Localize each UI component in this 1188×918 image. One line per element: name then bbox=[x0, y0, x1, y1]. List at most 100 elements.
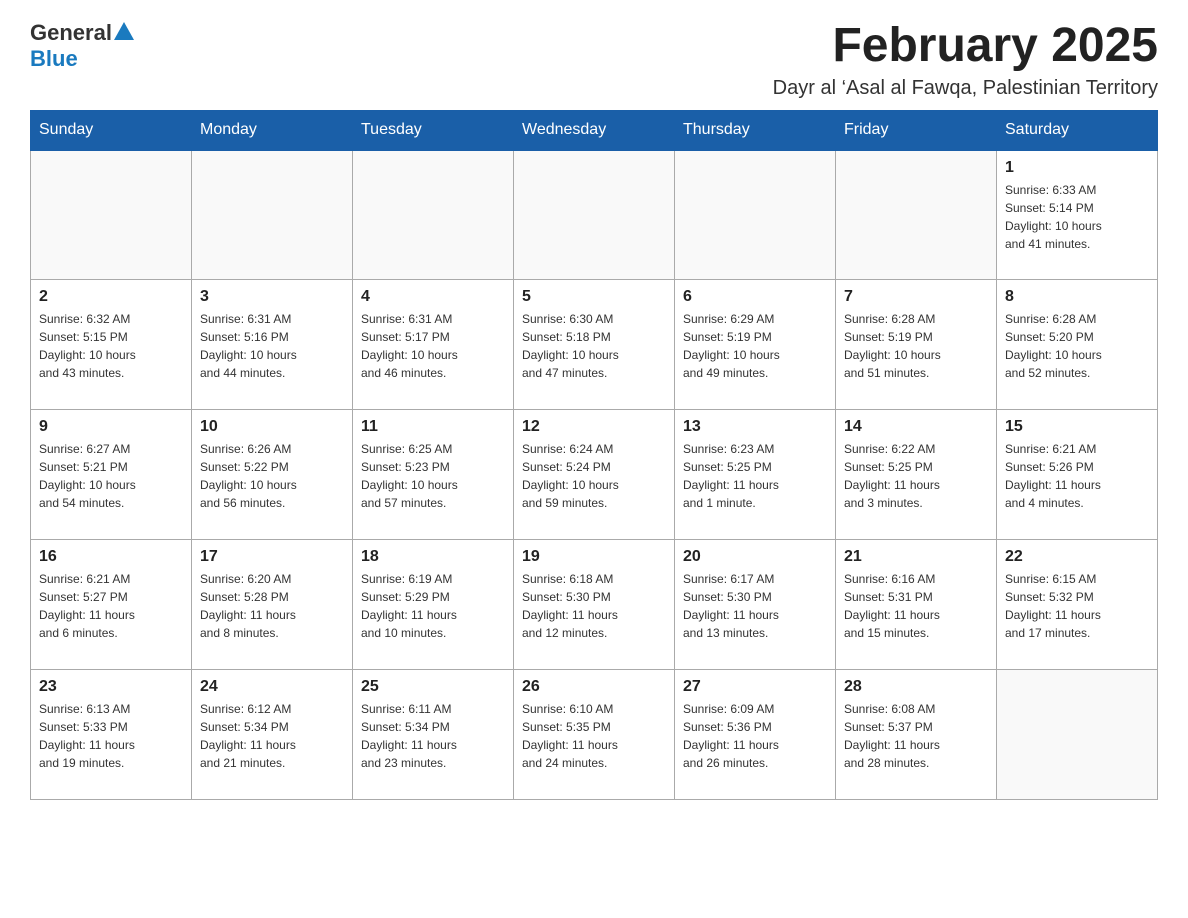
logo-blue-text: Blue bbox=[30, 46, 78, 71]
day-info: Sunrise: 6:28 AM Sunset: 5:19 PM Dayligh… bbox=[844, 310, 988, 382]
day-header-wednesday: Wednesday bbox=[514, 110, 675, 150]
calendar-cell: 22 Sunrise: 6:15 AM Sunset: 5:32 PM Dayli… bbox=[997, 540, 1158, 670]
day-info: Sunrise: 6:31 AM Sunset: 5:17 PM Dayligh… bbox=[361, 310, 505, 382]
calendar-cell bbox=[514, 150, 675, 280]
day-number: 21 bbox=[844, 548, 988, 566]
calendar-cell: 20Sunrise: 6:17 AM Sunset: 5:30 PM Dayli… bbox=[675, 540, 836, 670]
logo-general-text: General bbox=[30, 20, 112, 46]
calendar-cell: 15 Sunrise: 6:21 AM Sunset: 5:26 PM Dayli… bbox=[997, 410, 1158, 540]
day-header-tuesday: Tuesday bbox=[353, 110, 514, 150]
calendar-week-row: 2Sunrise: 6:32 AM Sunset: 5:15 PM Daylig… bbox=[31, 280, 1158, 410]
calendar-cell: 3Sunrise: 6:31 AM Sunset: 5:16 PM Daylig… bbox=[192, 280, 353, 410]
calendar-cell: 9 Sunrise: 6:27 AM Sunset: 5:21 PM Daylig… bbox=[31, 410, 192, 540]
day-info: Sunrise: 6:15 AM Sunset: 5:32 PM Dayligh… bbox=[1005, 570, 1149, 642]
day-number: 28 bbox=[844, 678, 988, 696]
day-info: Sunrise: 6:09 AM Sunset: 5:36 PM Dayligh… bbox=[683, 700, 827, 772]
calendar-cell: 14 Sunrise: 6:22 AM Sunset: 5:25 PM Dayli… bbox=[836, 410, 997, 540]
calendar-cell bbox=[836, 150, 997, 280]
day-info: Sunrise: 6:08 AM Sunset: 5:37 PM Dayligh… bbox=[844, 700, 988, 772]
page-header: General Blue February 2025 Dayr al ‘Asal… bbox=[30, 20, 1158, 100]
day-number: 23 bbox=[39, 678, 183, 696]
calendar-cell bbox=[353, 150, 514, 280]
day-number: 8 bbox=[1005, 288, 1149, 306]
day-header-friday: Friday bbox=[836, 110, 997, 150]
day-number: 22 bbox=[1005, 548, 1149, 566]
calendar-cell: 12Sunrise: 6:24 AM Sunset: 5:24 PM Dayli… bbox=[514, 410, 675, 540]
day-number: 1 bbox=[1005, 159, 1149, 177]
calendar-week-row: 1 Sunrise: 6:33 AM Sunset: 5:14 PM Daylig… bbox=[31, 150, 1158, 280]
calendar-cell: 10Sunrise: 6:26 AM Sunset: 5:22 PM Dayli… bbox=[192, 410, 353, 540]
title-section: February 2025 Dayr al ‘Asal al Fawqa, Pa… bbox=[773, 20, 1158, 100]
day-info: Sunrise: 6:27 AM Sunset: 5:21 PM Dayligh… bbox=[39, 440, 183, 512]
logo: General Blue bbox=[30, 20, 136, 72]
calendar-cell: 1 Sunrise: 6:33 AM Sunset: 5:14 PM Daylig… bbox=[997, 150, 1158, 280]
day-number: 16 bbox=[39, 548, 183, 566]
day-info: Sunrise: 6:32 AM Sunset: 5:15 PM Dayligh… bbox=[39, 310, 183, 382]
day-number: 25 bbox=[361, 678, 505, 696]
calendar-week-row: 9 Sunrise: 6:27 AM Sunset: 5:21 PM Daylig… bbox=[31, 410, 1158, 540]
calendar-cell bbox=[997, 670, 1158, 800]
calendar-table: SundayMondayTuesdayWednesdayThursdayFrid… bbox=[30, 110, 1158, 801]
day-number: 9 bbox=[39, 418, 183, 436]
day-header-sunday: Sunday bbox=[31, 110, 192, 150]
logo-triangle-icon bbox=[114, 22, 134, 40]
day-info: Sunrise: 6:29 AM Sunset: 5:19 PM Dayligh… bbox=[683, 310, 827, 382]
day-info: Sunrise: 6:18 AM Sunset: 5:30 PM Dayligh… bbox=[522, 570, 666, 642]
calendar-header-row: SundayMondayTuesdayWednesdayThursdayFrid… bbox=[31, 110, 1158, 150]
calendar-cell: 25 Sunrise: 6:11 AM Sunset: 5:34 PM Dayli… bbox=[353, 670, 514, 800]
day-number: 27 bbox=[683, 678, 827, 696]
day-header-monday: Monday bbox=[192, 110, 353, 150]
day-info: Sunrise: 6:10 AM Sunset: 5:35 PM Dayligh… bbox=[522, 700, 666, 772]
calendar-cell: 18 Sunrise: 6:19 AM Sunset: 5:29 PM Dayli… bbox=[353, 540, 514, 670]
calendar-cell: 24 Sunrise: 6:12 AM Sunset: 5:34 PM Dayli… bbox=[192, 670, 353, 800]
calendar-cell bbox=[192, 150, 353, 280]
calendar-cell: 21Sunrise: 6:16 AM Sunset: 5:31 PM Dayli… bbox=[836, 540, 997, 670]
day-number: 4 bbox=[361, 288, 505, 306]
day-number: 15 bbox=[1005, 418, 1149, 436]
calendar-cell: 11 Sunrise: 6:25 AM Sunset: 5:23 PM Dayli… bbox=[353, 410, 514, 540]
calendar-cell: 8 Sunrise: 6:28 AM Sunset: 5:20 PM Daylig… bbox=[997, 280, 1158, 410]
day-number: 19 bbox=[522, 548, 666, 566]
day-info: Sunrise: 6:24 AM Sunset: 5:24 PM Dayligh… bbox=[522, 440, 666, 512]
calendar-cell: 2Sunrise: 6:32 AM Sunset: 5:15 PM Daylig… bbox=[31, 280, 192, 410]
day-info: Sunrise: 6:13 AM Sunset: 5:33 PM Dayligh… bbox=[39, 700, 183, 772]
day-info: Sunrise: 6:20 AM Sunset: 5:28 PM Dayligh… bbox=[200, 570, 344, 642]
day-info: Sunrise: 6:21 AM Sunset: 5:26 PM Dayligh… bbox=[1005, 440, 1149, 512]
day-number: 11 bbox=[361, 418, 505, 436]
day-number: 5 bbox=[522, 288, 666, 306]
day-info: Sunrise: 6:21 AM Sunset: 5:27 PM Dayligh… bbox=[39, 570, 183, 642]
day-info: Sunrise: 6:12 AM Sunset: 5:34 PM Dayligh… bbox=[200, 700, 344, 772]
calendar-cell: 5 Sunrise: 6:30 AM Sunset: 5:18 PM Daylig… bbox=[514, 280, 675, 410]
day-info: Sunrise: 6:33 AM Sunset: 5:14 PM Dayligh… bbox=[1005, 181, 1149, 253]
calendar-cell: 13Sunrise: 6:23 AM Sunset: 5:25 PM Dayli… bbox=[675, 410, 836, 540]
calendar-cell: 16 Sunrise: 6:21 AM Sunset: 5:27 PM Dayli… bbox=[31, 540, 192, 670]
day-info: Sunrise: 6:19 AM Sunset: 5:29 PM Dayligh… bbox=[361, 570, 505, 642]
day-info: Sunrise: 6:22 AM Sunset: 5:25 PM Dayligh… bbox=[844, 440, 988, 512]
calendar-cell: 7 Sunrise: 6:28 AM Sunset: 5:19 PM Daylig… bbox=[836, 280, 997, 410]
day-number: 7 bbox=[844, 288, 988, 306]
day-header-thursday: Thursday bbox=[675, 110, 836, 150]
calendar-cell: 27 Sunrise: 6:09 AM Sunset: 5:36 PM Dayli… bbox=[675, 670, 836, 800]
calendar-cell: 26Sunrise: 6:10 AM Sunset: 5:35 PM Dayli… bbox=[514, 670, 675, 800]
calendar-cell: 23 Sunrise: 6:13 AM Sunset: 5:33 PM Dayli… bbox=[31, 670, 192, 800]
day-number: 18 bbox=[361, 548, 505, 566]
calendar-cell: 17 Sunrise: 6:20 AM Sunset: 5:28 PM Dayli… bbox=[192, 540, 353, 670]
calendar-week-row: 16 Sunrise: 6:21 AM Sunset: 5:27 PM Dayli… bbox=[31, 540, 1158, 670]
day-info: Sunrise: 6:25 AM Sunset: 5:23 PM Dayligh… bbox=[361, 440, 505, 512]
day-number: 17 bbox=[200, 548, 344, 566]
day-info: Sunrise: 6:11 AM Sunset: 5:34 PM Dayligh… bbox=[361, 700, 505, 772]
day-number: 3 bbox=[200, 288, 344, 306]
calendar-cell: 28 Sunrise: 6:08 AM Sunset: 5:37 PM Dayli… bbox=[836, 670, 997, 800]
day-number: 20 bbox=[683, 548, 827, 566]
location-title: Dayr al ‘Asal al Fawqa, Palestinian Terr… bbox=[773, 77, 1158, 100]
day-number: 24 bbox=[200, 678, 344, 696]
day-info: Sunrise: 6:23 AM Sunset: 5:25 PM Dayligh… bbox=[683, 440, 827, 512]
day-number: 14 bbox=[844, 418, 988, 436]
calendar-cell: 4 Sunrise: 6:31 AM Sunset: 5:17 PM Daylig… bbox=[353, 280, 514, 410]
day-info: Sunrise: 6:28 AM Sunset: 5:20 PM Dayligh… bbox=[1005, 310, 1149, 382]
calendar-cell: 19 Sunrise: 6:18 AM Sunset: 5:30 PM Dayli… bbox=[514, 540, 675, 670]
day-info: Sunrise: 6:30 AM Sunset: 5:18 PM Dayligh… bbox=[522, 310, 666, 382]
month-title: February 2025 bbox=[773, 20, 1158, 73]
calendar-cell bbox=[675, 150, 836, 280]
day-header-saturday: Saturday bbox=[997, 110, 1158, 150]
